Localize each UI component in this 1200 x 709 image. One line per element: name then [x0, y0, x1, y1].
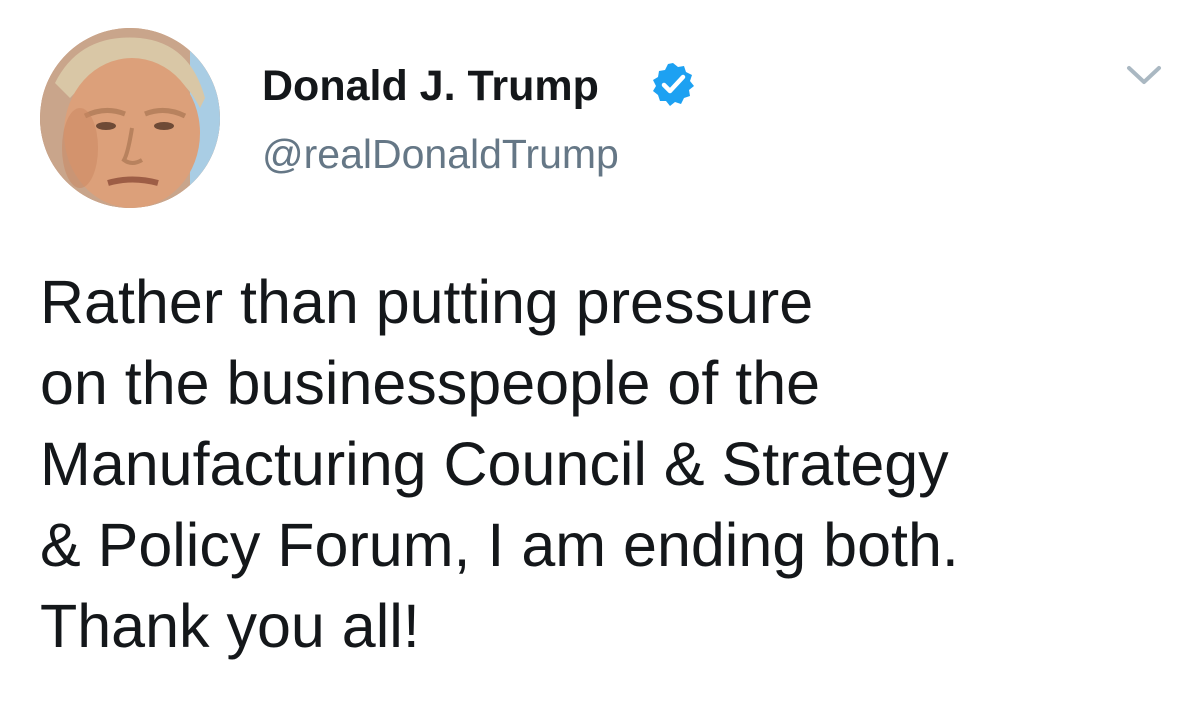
author-handle[interactable]: @realDonaldTrump [262, 131, 619, 178]
verified-badge-icon [650, 61, 696, 107]
tweet-body-text: Rather than putting pressure on the busi… [40, 268, 959, 660]
avatar-photo-icon [40, 28, 220, 208]
profile-avatar[interactable] [40, 28, 220, 208]
chevron-down-icon[interactable] [1124, 60, 1164, 90]
author-display-name[interactable]: Donald J. Trump [262, 62, 599, 111]
tweet-card: Donald J. Trump @realDonaldTrump Rather … [0, 0, 1200, 709]
